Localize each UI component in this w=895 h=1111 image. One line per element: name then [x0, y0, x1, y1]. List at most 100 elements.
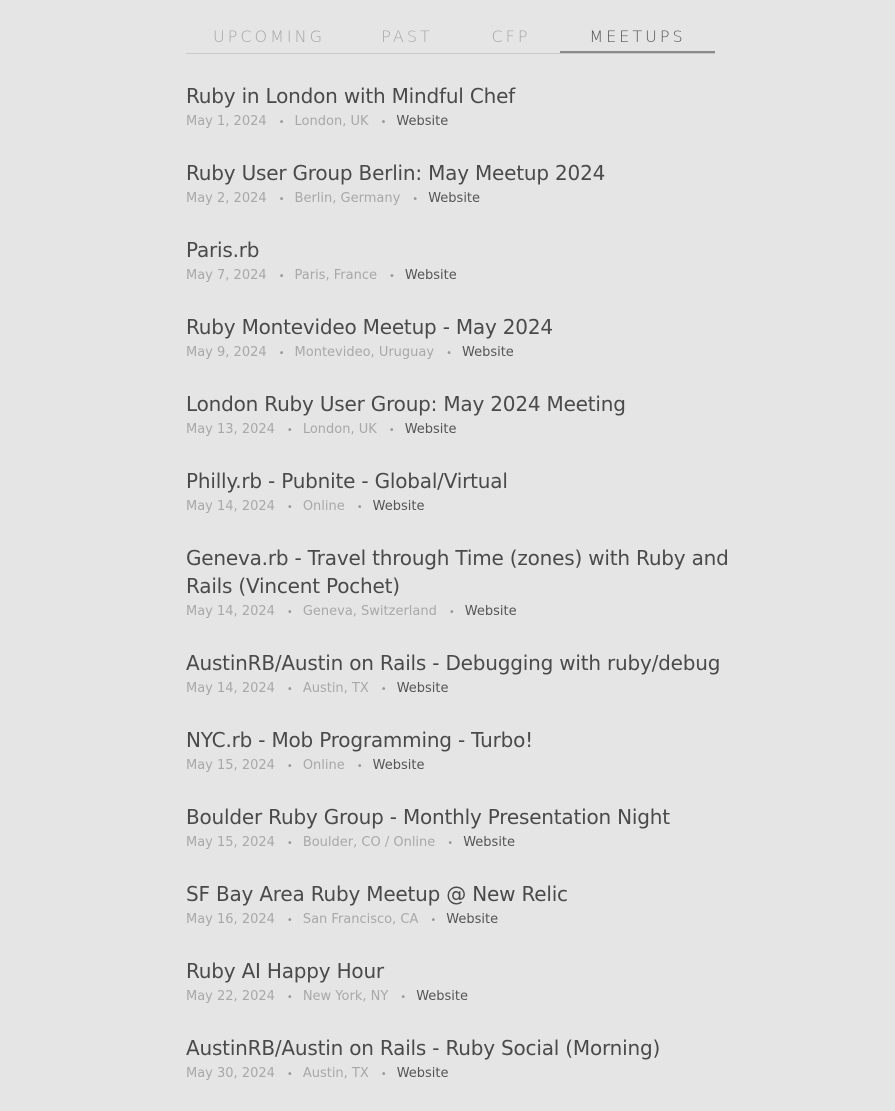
meetup-title[interactable]: Ruby Montevideo Meetup - May 2024 — [186, 313, 756, 341]
meetup-item: Geneva.rb - Travel through Time (zones) … — [186, 544, 756, 623]
meetup-location: Geneva, Switzerland — [302, 604, 437, 619]
separator-dot: • — [380, 1069, 387, 1080]
meetup-title[interactable]: London Ruby User Group: May 2024 Meeting — [186, 390, 756, 418]
meetup-meta: May 9, 2024 • Montevideo, Uruguay • Website — [186, 343, 756, 364]
tab-upcoming[interactable]: UPCOMING — [186, 22, 352, 53]
separator-dot: • — [286, 684, 293, 695]
meetup-title[interactable]: Ruby in London with Mindful Chef — [186, 82, 756, 110]
meetup-date: May 9, 2024 — [186, 345, 267, 360]
meetup-item: Philly.rb - Pubnite - Global/Virtual May … — [186, 467, 756, 518]
meetup-date: May 14, 2024 — [186, 681, 275, 696]
meetup-date: May 15, 2024 — [186, 835, 275, 850]
meetup-meta: May 22, 2024 • New York, NY • Website — [186, 987, 756, 1008]
meetup-date: May 16, 2024 — [186, 912, 275, 927]
separator-dot: • — [389, 271, 395, 282]
website-link[interactable]: Website — [397, 681, 449, 696]
separator-dot: • — [278, 271, 285, 282]
meetup-location: Austin, TX — [302, 681, 369, 696]
meetup-date: May 22, 2024 — [186, 989, 275, 1004]
meetup-meta: May 16, 2024 • San Francisco, CA • Website — [186, 910, 756, 931]
separator-dot: • — [286, 761, 293, 772]
separator-dot: • — [356, 761, 363, 772]
meetup-meta: May 30, 2024 • Austin, TX • Website — [186, 1064, 756, 1085]
website-link[interactable]: Website — [405, 268, 457, 283]
tab-past[interactable]: PAST — [352, 22, 462, 53]
separator-dot: • — [412, 194, 419, 205]
website-link[interactable]: Website — [373, 758, 425, 773]
meetup-meta: May 13, 2024 • London, UK • Website — [186, 420, 756, 441]
separator-dot: • — [286, 992, 293, 1003]
separator-dot: • — [446, 348, 452, 359]
meetup-item: AustinRB/Austin on Rails - Debugging wit… — [186, 649, 756, 700]
meetup-item: AustinRB/Austin on Rails - Ruby Social (… — [186, 1034, 756, 1085]
meetup-location: London, UK — [294, 114, 369, 129]
meetup-title[interactable]: Ruby User Group Berlin: May Meetup 2024 — [186, 159, 756, 187]
meetup-meta: May 2, 2024 • Berlin, Germany • Website — [186, 189, 756, 210]
separator-dot: • — [278, 117, 285, 128]
website-link[interactable]: Website — [446, 912, 498, 927]
meetup-title[interactable]: Paris.rb — [186, 236, 756, 264]
separator-dot: • — [400, 992, 407, 1003]
meetup-item: NYC.rb - Mob Programming - Turbo! May 15,… — [186, 726, 756, 777]
meetup-item: Paris.rb May 7, 2024 • Paris, France • Websit… — [186, 236, 756, 287]
meetup-date: May 7, 2024 — [186, 268, 267, 283]
website-link[interactable]: Website — [428, 191, 480, 206]
meetup-location: Online — [302, 499, 345, 514]
meetup-meta: May 14, 2024 • Online • Website — [186, 497, 756, 518]
tab-cfp[interactable]: CFP — [462, 22, 560, 53]
separator-dot: • — [380, 684, 387, 695]
separator-dot: • — [447, 838, 454, 849]
meetup-title[interactable]: Geneva.rb - Travel through Time (zones) … — [186, 544, 756, 600]
meetup-item: Ruby User Group Berlin: May Meetup 2024 M… — [186, 159, 756, 210]
meetup-title[interactable]: Boulder Ruby Group - Monthly Presentatio… — [186, 803, 756, 831]
events-tabs: UPCOMING PAST CFP MEETUPS — [186, 22, 715, 54]
meetup-title[interactable]: AustinRB/Austin on Rails - Ruby Social (… — [186, 1034, 756, 1062]
meetup-date: May 1, 2024 — [186, 114, 267, 129]
separator-dot: • — [286, 1069, 293, 1080]
separator-dot: • — [286, 425, 293, 436]
separator-dot: • — [448, 607, 455, 618]
website-link[interactable]: Website — [463, 835, 515, 850]
meetup-location: London, UK — [302, 422, 377, 437]
meetup-title[interactable]: Philly.rb - Pubnite - Global/Virtual — [186, 467, 756, 495]
separator-dot: • — [388, 425, 395, 436]
meetup-item: Ruby in London with Mindful Chef May 1, 2… — [186, 82, 756, 133]
separator-dot: • — [278, 194, 285, 205]
meetup-location: Boulder, CO / Online — [302, 835, 436, 850]
website-link[interactable]: Website — [416, 989, 468, 1004]
meetup-item: Ruby Montevideo Meetup - May 2024 May 9, … — [186, 313, 756, 364]
tab-meetups[interactable]: MEETUPS — [560, 22, 715, 53]
meetup-title[interactable]: AustinRB/Austin on Rails - Debugging wit… — [186, 649, 756, 677]
website-link[interactable]: Website — [373, 499, 425, 514]
meetup-meta: May 14, 2024 • Austin, TX • Website — [186, 679, 756, 700]
website-link[interactable]: Website — [465, 604, 517, 619]
meetup-meta: May 7, 2024 • Paris, France • Website — [186, 266, 756, 287]
meetup-item: Boulder Ruby Group - Monthly Presentatio… — [186, 803, 756, 854]
meetup-meta: May 15, 2024 • Boulder, CO / Online • Websit… — [186, 833, 756, 854]
meetup-meta: May 15, 2024 • Online • Website — [186, 756, 756, 777]
website-link[interactable]: Website — [396, 114, 448, 129]
separator-dot: • — [286, 607, 293, 618]
meetup-item: SF Bay Area Ruby Meetup @ New Relic May 1… — [186, 880, 756, 931]
meetup-list: Ruby in London with Mindful Chef May 1, 2… — [186, 82, 756, 1111]
meetup-title[interactable]: SF Bay Area Ruby Meetup @ New Relic — [186, 880, 756, 908]
meetup-item: London Ruby User Group: May 2024 Meeting… — [186, 390, 756, 441]
meetup-location: Berlin, Germany — [294, 191, 401, 206]
separator-dot: • — [286, 838, 293, 849]
website-link[interactable]: Website — [405, 422, 457, 437]
website-link[interactable]: Website — [462, 345, 514, 360]
separator-dot: • — [278, 348, 285, 359]
separator-dot: • — [286, 502, 293, 513]
meetup-date: May 15, 2024 — [186, 758, 275, 773]
meetup-title[interactable]: Ruby AI Happy Hour — [186, 957, 756, 985]
meetup-title[interactable]: NYC.rb - Mob Programming - Turbo! — [186, 726, 756, 754]
meetup-date: May 2, 2024 — [186, 191, 267, 206]
meetup-location: Montevideo, Uruguay — [294, 345, 435, 360]
separator-dot: • — [356, 502, 363, 513]
meetup-date: May 14, 2024 — [186, 604, 275, 619]
meetup-item: Ruby AI Happy Hour May 22, 2024 • New York,… — [186, 957, 756, 1008]
separator-dot: • — [430, 915, 437, 926]
meetup-meta: May 14, 2024 • Geneva, Switzerland • Website — [186, 602, 756, 623]
meetup-date: May 13, 2024 — [186, 422, 275, 437]
separator-dot: • — [286, 915, 293, 926]
